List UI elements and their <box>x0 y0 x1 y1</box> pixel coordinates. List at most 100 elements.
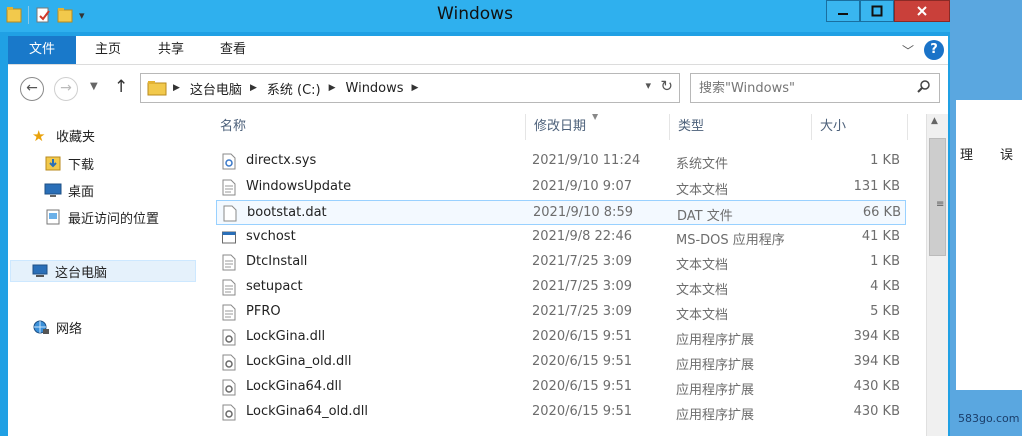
navigation-pane: ★ 收藏夹 下载 桌面 最近访问的位置 这台电脑 网络 <box>8 114 198 436</box>
file-row[interactable]: LockGina_old.dll 2020/6/15 9:51 应用程序扩展 3… <box>216 350 906 375</box>
file-row[interactable]: LockGina.dll 2020/6/15 9:51 应用程序扩展 394 K… <box>216 325 906 350</box>
title-bar[interactable]: ▾ Windows <box>0 0 950 32</box>
file-size: 1 KB <box>870 254 900 269</box>
breadcrumb-this-pc[interactable]: 这台电脑 ▶ <box>190 79 267 98</box>
background-cell: 理 <box>960 148 974 163</box>
sidebar-item-favorites[interactable]: ★ 收藏夹 <box>32 124 222 146</box>
sidebar-item-label: 最近访问的位置 <box>68 211 160 227</box>
scroll-up-icon[interactable]: ▲ <box>931 116 938 126</box>
sidebar-item-label: 网络 <box>56 321 83 337</box>
file-name: LockGina.dll <box>246 329 326 344</box>
help-icon[interactable]: ? <box>924 40 944 60</box>
file-type: 系统文件 <box>676 157 729 172</box>
file-date: 2020/6/15 9:51 <box>532 404 632 419</box>
file-type: 文本文档 <box>676 283 729 298</box>
file-name: setupact <box>246 279 303 294</box>
minimize-button[interactable] <box>826 0 860 22</box>
scroll-grip-icon: ≡ <box>936 199 945 210</box>
dll-file-icon <box>222 354 236 371</box>
breadcrumb-label: Windows <box>345 80 404 96</box>
msdos-app-icon <box>222 231 236 244</box>
scrollbar-thumb[interactable]: ≡ <box>929 138 946 256</box>
tab-file[interactable]: 文件 <box>8 36 76 64</box>
window-title: Windows <box>437 4 513 24</box>
system-file-icon <box>222 153 236 170</box>
file-name: WindowsUpdate <box>246 179 352 194</box>
search-box[interactable] <box>690 73 940 103</box>
forward-button[interactable]: → <box>54 77 78 101</box>
file-size: 131 KB <box>853 179 900 194</box>
computer-icon <box>32 264 48 277</box>
tab-view[interactable]: 查看 <box>202 36 264 64</box>
file-date: 2021/9/10 11:24 <box>532 153 641 168</box>
file-type: DAT 文件 <box>677 209 733 224</box>
star-icon: ★ <box>32 127 46 145</box>
file-type: 应用程序扩展 <box>676 408 755 423</box>
file-row[interactable]: LockGina64.dll 2020/6/15 9:51 应用程序扩展 430… <box>216 375 906 400</box>
tab-share[interactable]: 共享 <box>140 36 202 64</box>
vertical-scrollbar[interactable]: ▲ ≡ <box>926 114 948 436</box>
file-date: 2020/6/15 9:51 <box>532 379 632 394</box>
file-row[interactable]: bootstat.dat 2021/9/10 8:59 DAT 文件 66 KB <box>216 200 906 225</box>
file-size: 430 KB <box>853 379 900 394</box>
minimize-icon <box>838 13 848 15</box>
file-size: 394 KB <box>853 329 900 344</box>
file-name: DtcInstall <box>246 254 308 269</box>
search-icon[interactable] <box>917 79 931 93</box>
search-input[interactable] <box>699 79 899 97</box>
network-icon <box>33 320 49 334</box>
column-header-size[interactable]: 大小 <box>812 114 908 140</box>
breadcrumb-c-drive[interactable]: 系统 (C:) ▶ <box>267 79 346 98</box>
text-file-icon <box>222 304 236 321</box>
file-row[interactable]: DtcInstall 2021/7/25 3:09 文本文档 1 KB <box>216 250 906 275</box>
breadcrumb-arrow-icon[interactable]: ▶ <box>412 83 419 93</box>
file-date: 2021/9/8 22:46 <box>532 229 632 244</box>
background-cell: 误 <box>1000 148 1014 163</box>
file-row[interactable]: PFRO 2021/7/25 3:09 文本文档 5 KB <box>216 300 906 325</box>
file-name: LockGina_old.dll <box>246 354 352 369</box>
refresh-icon[interactable]: ↻ <box>660 77 673 95</box>
back-button[interactable]: ← <box>20 77 44 101</box>
maximize-button[interactable] <box>860 0 894 22</box>
file-type: 文本文档 <box>676 258 729 273</box>
file-name: directx.sys <box>246 153 317 168</box>
column-header-date-modified[interactable]: 修改日期 <box>526 114 670 140</box>
text-file-icon <box>222 179 236 196</box>
breadcrumb-windows[interactable]: Windows ▶ <box>346 81 429 96</box>
forward-arrow-icon: → <box>60 80 72 96</box>
desktop-icon <box>44 183 62 197</box>
file-name: bootstat.dat <box>247 205 327 220</box>
file-row[interactable]: directx.sys 2021/9/10 11:24 系统文件 1 KB <box>216 149 906 174</box>
close-button[interactable] <box>894 0 950 22</box>
breadcrumb-arrow-icon[interactable]: ▶ <box>329 83 336 93</box>
column-header-name[interactable]: 名称 <box>212 114 526 140</box>
back-arrow-icon: ← <box>26 80 38 96</box>
file-date: 2021/9/10 8:59 <box>533 205 633 220</box>
file-date: 2021/7/25 3:09 <box>532 304 632 319</box>
file-size: 394 KB <box>853 354 900 369</box>
tab-home[interactable]: 主页 <box>76 36 140 64</box>
file-type: 应用程序扩展 <box>676 383 755 398</box>
folder-icon <box>147 81 167 96</box>
file-row[interactable]: WindowsUpdate 2021/9/10 9:07 文本文档 131 KB <box>216 175 906 200</box>
sidebar-item-this-pc[interactable]: 这台电脑 <box>10 260 196 282</box>
address-bar[interactable]: ▶ 这台电脑 ▶ 系统 (C:) ▶ Windows ▶ ▾ ↻ <box>140 73 680 103</box>
file-type: 应用程序扩展 <box>676 358 755 373</box>
file-size: 1 KB <box>870 153 900 168</box>
sidebar-item-label: 下载 <box>68 157 95 173</box>
column-header-type[interactable]: 类型 <box>670 114 812 140</box>
file-name: LockGina64_old.dll <box>246 404 369 419</box>
file-row[interactable]: LockGina64_old.dll 2020/6/15 9:51 应用程序扩展… <box>216 400 906 425</box>
address-dropdown-icon[interactable]: ▾ <box>645 79 651 92</box>
sidebar-item-network[interactable]: 网络 <box>32 316 222 338</box>
recent-locations-icon[interactable]: ▼ <box>90 81 98 92</box>
file-size: 4 KB <box>870 279 900 294</box>
breadcrumb-arrow-icon[interactable]: ▶ <box>250 83 257 93</box>
file-name: LockGina64.dll <box>246 379 342 394</box>
up-arrow-icon[interactable]: ↑ <box>114 77 128 97</box>
file-row[interactable]: svchost 2021/9/8 22:46 MS-DOS 应用程序 41 KB <box>216 225 906 250</box>
expand-ribbon-icon[interactable]: ﹀ <box>902 42 914 59</box>
file-row[interactable]: setupact 2021/7/25 3:09 文本文档 4 KB <box>216 275 906 300</box>
breadcrumb-arrow-icon[interactable]: ▶ <box>173 83 190 93</box>
file-size: 41 KB <box>861 229 900 244</box>
